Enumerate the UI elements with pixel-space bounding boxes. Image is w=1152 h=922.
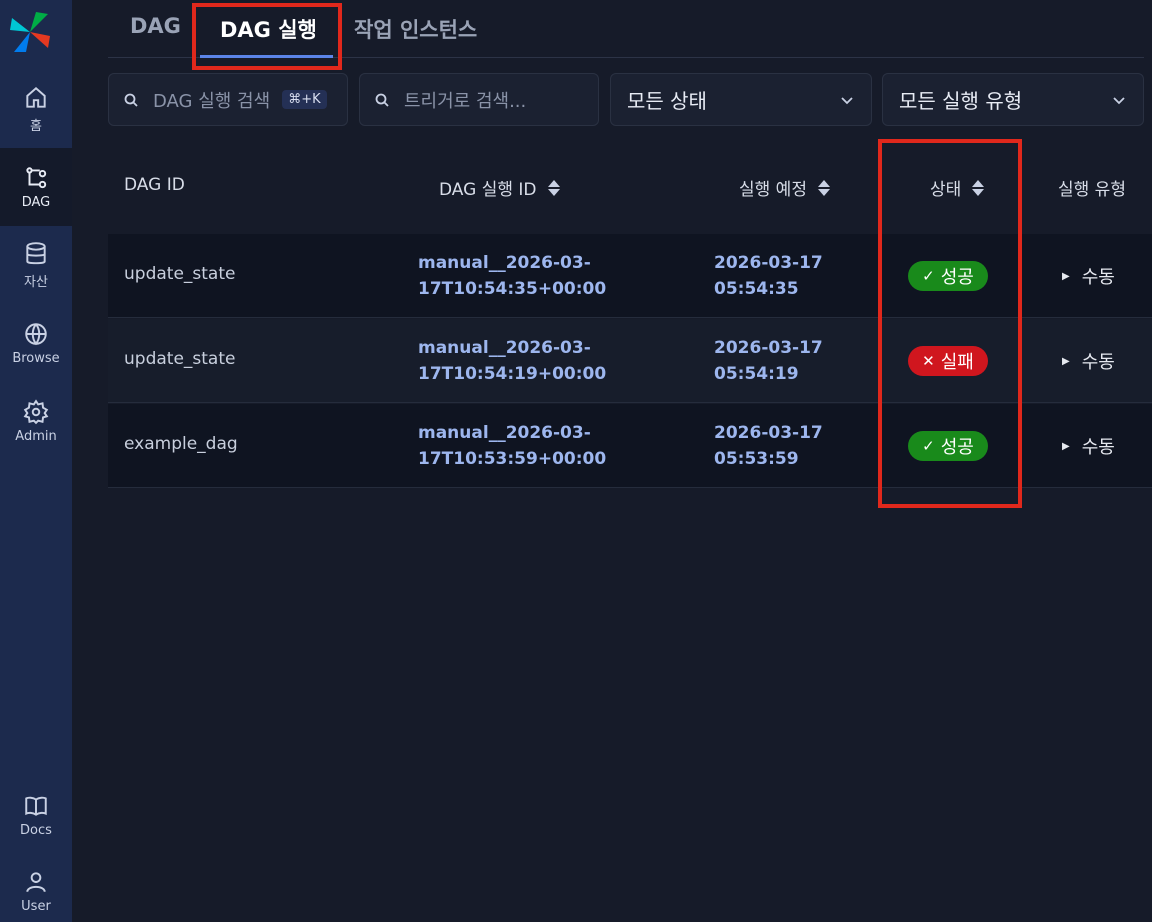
- gear-icon: [23, 398, 49, 424]
- status-badge-label: 실패: [940, 352, 974, 373]
- run-after-link[interactable]: 2026-03-17 05:54:35: [714, 250, 844, 302]
- nav-assets-label: 자산: [24, 274, 48, 290]
- x-icon: ✕: [922, 352, 935, 370]
- nav-admin[interactable]: Admin: [0, 382, 72, 460]
- run-id-line: 17T10:54:19+00:00: [418, 364, 607, 384]
- table-row[interactable]: update_state manual__2026-03- 17T10:54:3…: [108, 234, 1152, 318]
- dag-id-link[interactable]: example_dag: [124, 434, 238, 454]
- run-after-date: 2026-03-17: [714, 423, 823, 443]
- run-id-link[interactable]: manual__2026-03- 17T10:53:59+00:00: [418, 420, 618, 472]
- dag-icon: [26, 166, 47, 188]
- status-badge-label: 성공: [940, 437, 974, 458]
- check-icon: ✓: [922, 437, 935, 455]
- book-icon: [25, 796, 47, 816]
- header-run-after-label: 실행 예정: [739, 180, 807, 200]
- search-placeholder: DAG 실행 검색: [153, 90, 271, 112]
- nav-admin-label: Admin: [15, 428, 57, 444]
- header-state-label: 상태: [930, 180, 962, 200]
- nav-browse-label: Browse: [12, 350, 60, 366]
- header-run-type-label: 실행 유형: [1058, 180, 1126, 200]
- run-after-time: 05:53:59: [714, 449, 799, 469]
- table-row[interactable]: example_dag manual__2026-03- 17T10:53:59…: [108, 404, 1152, 488]
- header-dag-id[interactable]: DAG ID: [124, 175, 185, 195]
- header-run-id-label: DAG 실행 ID: [439, 180, 537, 200]
- header-run-after[interactable]: 실행 예정: [739, 175, 831, 200]
- play-icon: ▶: [1062, 355, 1070, 367]
- header-state[interactable]: 상태: [930, 175, 985, 200]
- check-icon: ✓: [922, 267, 935, 285]
- run-type-select-value: 모든 실행 유형: [899, 89, 1023, 113]
- state-select-value: 모든 상태: [627, 89, 707, 113]
- run-after-date: 2026-03-17: [714, 253, 823, 273]
- status-badge: ✕ 실패: [908, 346, 988, 376]
- run-after-link[interactable]: 2026-03-17 05:54:19: [714, 335, 844, 387]
- run-id-link[interactable]: manual__2026-03- 17T10:54:19+00:00: [418, 335, 618, 387]
- globe-icon: [25, 322, 47, 345]
- play-icon: ▶: [1062, 440, 1070, 452]
- header-run-id[interactable]: DAG 실행 ID: [439, 175, 561, 200]
- run-id-line: manual__2026-03-: [418, 423, 591, 443]
- dag-run-search-input[interactable]: DAG 실행 검색 ⌘+K: [108, 73, 348, 126]
- tab-bar: DAG DAG 실행 작업 인스턴스: [108, 0, 1144, 58]
- chevron-down-icon: [841, 97, 853, 105]
- nav-dag-label: DAG: [21, 194, 51, 210]
- nav-browse[interactable]: Browse: [0, 304, 72, 382]
- nav-assets[interactable]: 자산: [0, 226, 72, 304]
- active-tab-indicator: [200, 55, 333, 58]
- state-select[interactable]: 모든 상태: [610, 73, 872, 126]
- nav-home[interactable]: 홈: [0, 70, 72, 148]
- run-id-link[interactable]: manual__2026-03- 17T10:54:35+00:00: [418, 250, 618, 302]
- sidebar: 홈 DAG 자산 Browse Admin Docs User: [0, 0, 72, 922]
- tab-dag-runs[interactable]: DAG 실행: [220, 14, 317, 44]
- trigger-placeholder: 트리거로 검색...: [404, 90, 527, 112]
- dag-id-link[interactable]: update_state: [124, 264, 235, 284]
- search-icon: [124, 93, 138, 107]
- nav-user[interactable]: User: [0, 852, 72, 922]
- table-row[interactable]: update_state manual__2026-03- 17T10:54:1…: [108, 319, 1152, 403]
- run-id-line: manual__2026-03-: [418, 338, 591, 358]
- trigger-search-input[interactable]: 트리거로 검색...: [359, 73, 599, 126]
- tab-task-instances[interactable]: 작업 인스턴스: [354, 14, 477, 44]
- user-icon: [26, 871, 46, 892]
- run-after-date: 2026-03-17: [714, 338, 823, 358]
- run-type-label: 수동: [1081, 437, 1115, 458]
- shortcut-badge: ⌘+K: [282, 90, 327, 109]
- run-type-label: 수동: [1081, 267, 1115, 288]
- nav-docs[interactable]: Docs: [0, 776, 72, 854]
- dag-id-link[interactable]: update_state: [124, 349, 235, 369]
- run-after-time: 05:54:19: [714, 364, 799, 384]
- header-dag-id-label: DAG ID: [124, 175, 185, 195]
- run-type-cell: ▶ 수동: [1062, 263, 1115, 289]
- search-icon: [375, 93, 389, 107]
- run-id-line: manual__2026-03-: [418, 253, 591, 273]
- nav-home-label: 홈: [30, 118, 42, 134]
- sort-icon: [817, 179, 830, 196]
- play-icon: ▶: [1062, 270, 1070, 282]
- run-type-label: 수동: [1081, 352, 1115, 373]
- status-badge-label: 성공: [940, 267, 974, 288]
- home-icon: [26, 86, 46, 108]
- run-after-link[interactable]: 2026-03-17 05:53:59: [714, 420, 844, 472]
- run-after-time: 05:54:35: [714, 279, 799, 299]
- chevron-down-icon: [1113, 97, 1125, 105]
- run-type-select[interactable]: 모든 실행 유형: [882, 73, 1144, 126]
- database-icon: [26, 241, 46, 264]
- header-run-type[interactable]: 실행 유형: [1058, 175, 1126, 200]
- tab-dag[interactable]: DAG: [130, 14, 181, 38]
- status-badge: ✓ 성공: [908, 431, 988, 461]
- run-id-line: 17T10:54:35+00:00: [418, 279, 607, 299]
- sort-icon: [547, 179, 560, 196]
- nav-user-label: User: [21, 898, 51, 914]
- run-type-cell: ▶ 수동: [1062, 348, 1115, 374]
- sort-icon: [972, 179, 985, 196]
- nav-docs-label: Docs: [20, 822, 52, 838]
- airflow-logo-icon[interactable]: [8, 10, 52, 54]
- run-type-cell: ▶ 수동: [1062, 433, 1115, 459]
- nav-dag[interactable]: DAG: [0, 148, 72, 226]
- run-id-line: 17T10:53:59+00:00: [418, 449, 607, 469]
- status-badge: ✓ 성공: [908, 261, 988, 291]
